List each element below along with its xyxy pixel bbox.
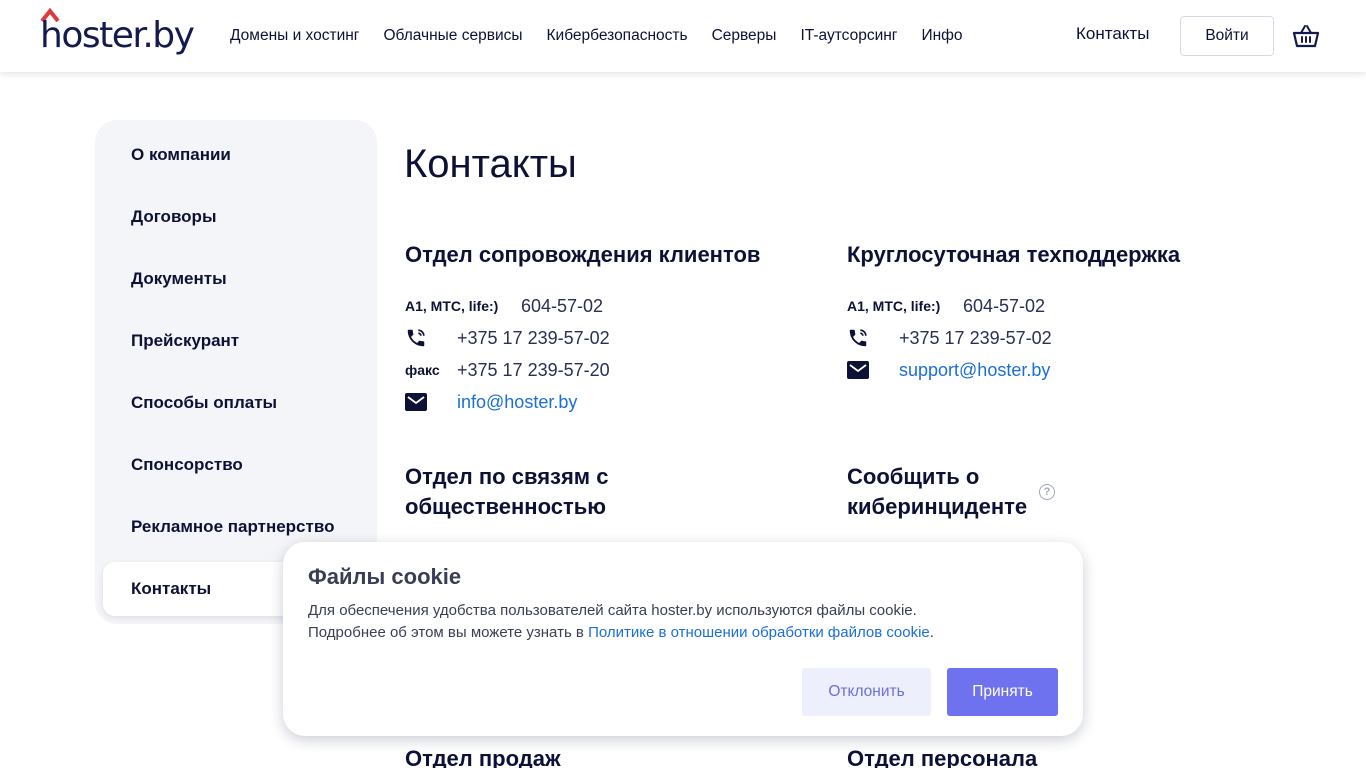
logo[interactable]: hoster.by [40,8,200,58]
cookie-text-prefix: Подробнее об этом вы можете узнать в [308,624,589,641]
logo-text: hoster.by [40,15,195,56]
tech-email-link[interactable]: support@hoster.by [899,360,1050,381]
nav-item-servers[interactable]: Серверы [712,27,777,45]
site-header: hoster.by Домены и хостинг Облачные серв… [0,0,1366,72]
incident-heading-line1: Сообщить о [847,464,980,489]
sales-heading: Отдел продаж [405,746,561,768]
header-contacts-link[interactable]: Контакты [1076,24,1149,44]
basket-icon[interactable] [1292,22,1320,50]
tech-phone-row: +375 17 239-57-02 [847,322,1267,354]
client-mobile-number[interactable]: 604-57-02 [521,296,603,317]
tech-mobile-row: A1, МТС, life:) 604-57-02 [847,290,1267,322]
incident-heading: Сообщить о киберинциденте [847,462,1207,522]
nav-item-domains-hosting[interactable]: Домены и хостинг [230,27,359,45]
sidebar-item-sponsorship[interactable]: Спонсорство [103,438,369,492]
cookie-banner: Файлы cookie Для обеспечения удобства по… [283,542,1083,736]
phone-icon [847,327,899,349]
sidebar-item-contracts[interactable]: Договоры [103,190,369,244]
incident-heading-line2: киберинциденте [847,494,1028,519]
sidebar-item-about[interactable]: О компании [103,128,369,182]
tech-email-row: support@hoster.by [847,354,1267,386]
accept-cookies-button[interactable]: Принять [947,668,1058,716]
client-support-section: Отдел сопровождения клиентов A1, МТС, li… [405,240,825,418]
client-support-heading: Отдел сопровождения клиентов [405,242,761,267]
login-button[interactable]: Войти [1180,16,1274,56]
page-title: Контакты [404,142,577,186]
client-email-link[interactable]: info@hoster.by [457,392,577,413]
tech-support-section: Круглосуточная техподдержка A1, МТС, lif… [847,240,1267,386]
cookie-title: Файлы cookie [308,564,462,589]
cookie-policy-link[interactable]: Политике в отношении обработки файлов co… [588,624,930,641]
pr-heading-line1: Отдел по связям с [405,464,609,489]
tech-mobile-number[interactable]: 604-57-02 [963,296,1045,317]
cookie-text-suffix: . [929,624,934,641]
cookie-text-line1: Для обеспечения удобства пользователей с… [308,602,917,619]
help-icon[interactable]: ? [1039,484,1055,500]
mail-icon [405,393,457,411]
tech-phone-number[interactable]: +375 17 239-57-02 [899,328,1052,349]
phone-icon [405,327,457,349]
nav-item-cloud-services[interactable]: Облачные сервисы [383,27,522,45]
mail-icon [847,361,899,379]
client-phone-number[interactable]: +375 17 239-57-02 [457,328,610,349]
pr-heading: Отдел по связям с общественностью [405,462,765,522]
client-phone-row: +375 17 239-57-02 [405,322,825,354]
client-email-row: info@hoster.by [405,386,825,418]
hr-heading: Отдел персонала [847,746,1038,768]
client-fax-row: факс +375 17 239-57-20 [405,354,825,386]
sidebar-item-payment-methods[interactable]: Способы оплаты [103,376,369,430]
incident-section: Сообщить о киберинциденте [847,462,1207,522]
decline-cookies-button[interactable]: Отклонить [802,668,931,716]
nav-item-info[interactable]: Инфо [921,27,962,45]
cookie-text: Для обеспечения удобства пользователей с… [308,600,1068,644]
mobile-operators-label: A1, МТС, life:) [405,298,499,314]
tech-support-heading: Круглосуточная техподдержка [847,242,1181,267]
main-nav: Домены и хостинг Облачные сервисы Киберб… [230,0,987,72]
sidebar-item-price-list[interactable]: Прейскурант [103,314,369,368]
sidebar-item-documents[interactable]: Документы [103,252,369,306]
mobile-operators-label: A1, МТС, life:) [847,298,941,314]
client-fax-number: +375 17 239-57-20 [457,359,610,380]
client-mobile-row: A1, МТС, life:) 604-57-02 [405,290,825,322]
pr-section: Отдел по связям с общественностью [405,462,765,522]
fax-label: факс [405,362,440,378]
nav-item-cybersecurity[interactable]: Кибербезопасность [547,27,688,45]
nav-item-it-outsourcing[interactable]: IT-аутсорсинг [800,27,897,45]
pr-heading-line2: общественностью [405,494,607,519]
